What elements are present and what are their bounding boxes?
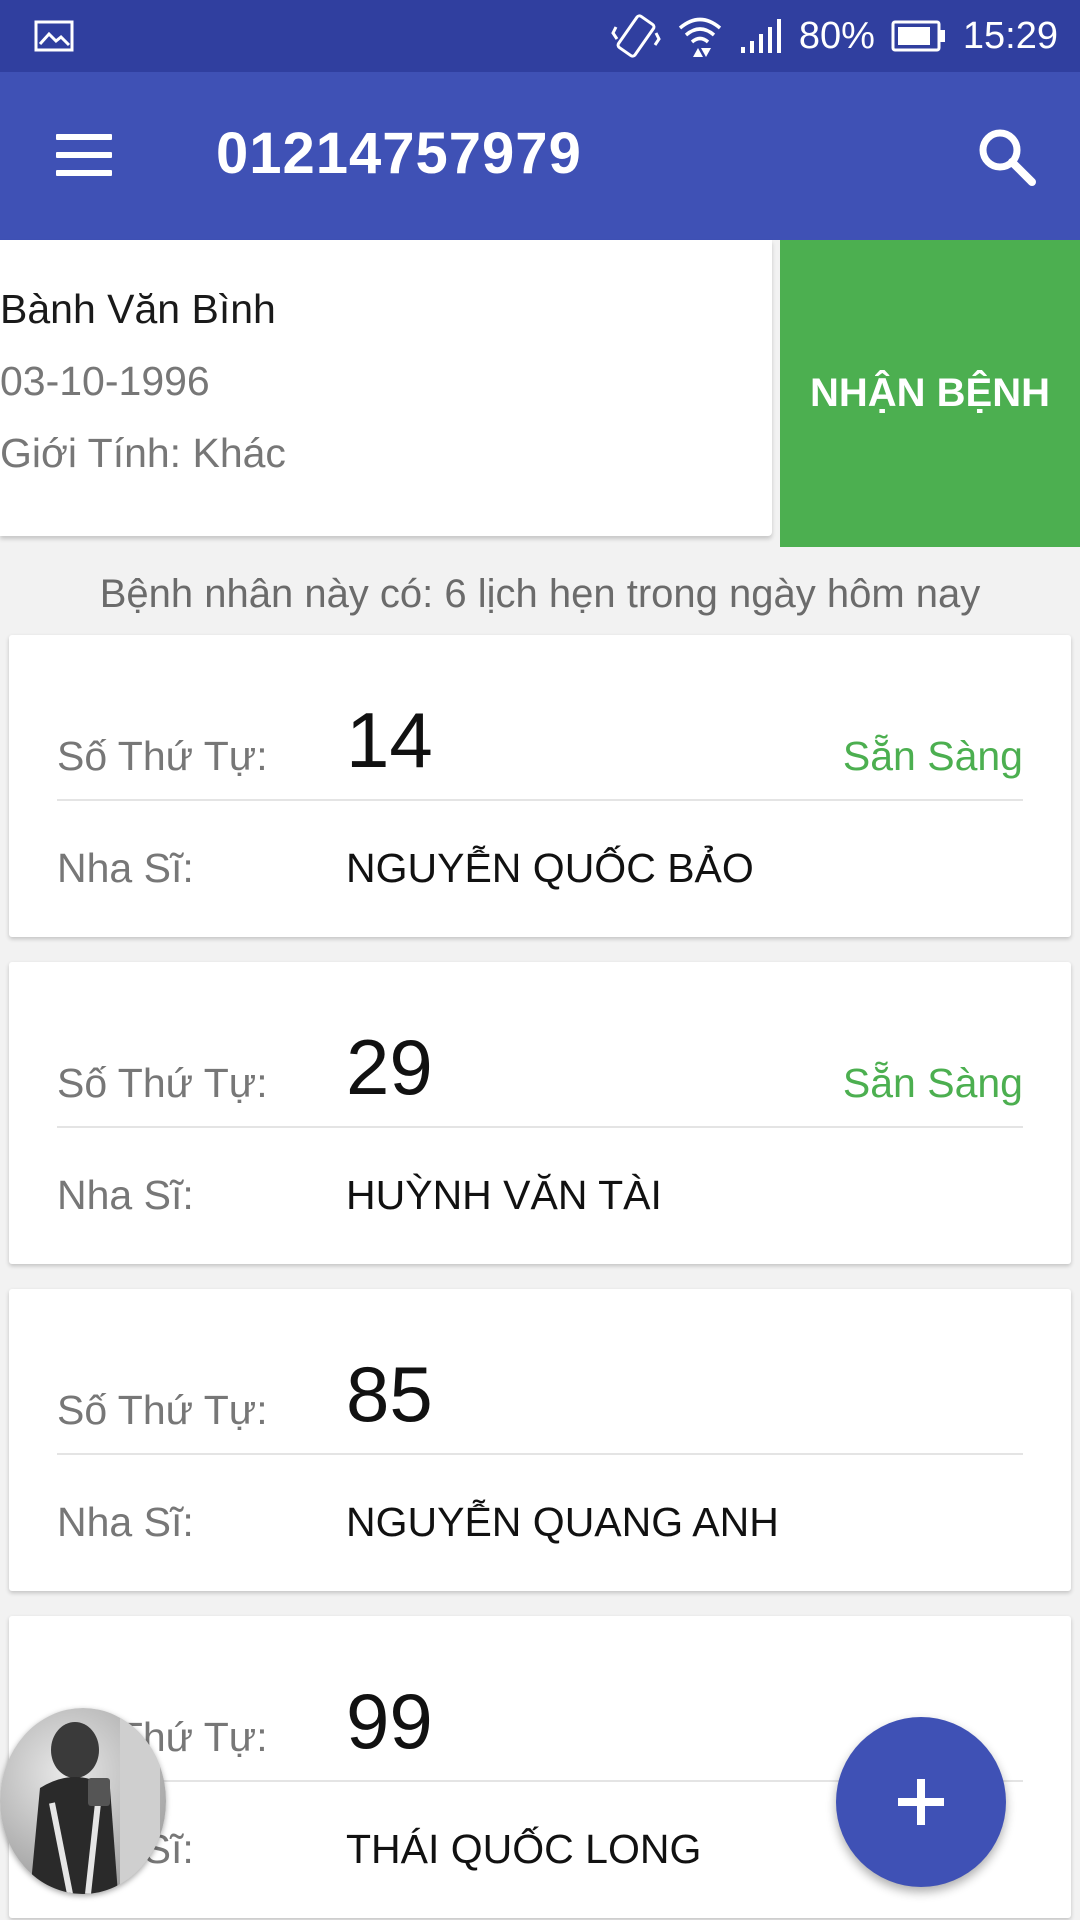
dentist-label: Nha Sĩ: — [57, 1172, 194, 1218]
order-label: Số Thứ Tự: — [57, 1060, 268, 1106]
vibrate-icon — [611, 13, 661, 59]
dentist-name: NGUYỄN QUANG ANH — [346, 1499, 779, 1545]
receive-patient-button[interactable]: NHẬN BỆNH — [780, 240, 1080, 547]
patient-dob: 03-10-1996 — [0, 358, 210, 404]
page-title: 01214757979 — [216, 121, 582, 186]
status-icons: 80% 15:29 — [611, 13, 1058, 59]
appointment-card[interactable]: Số Thứ Tự: 85 Nha Sĩ: NGUYỄN QUANG ANH — [9, 1289, 1071, 1591]
plus-icon — [898, 1779, 944, 1825]
battery-icon — [891, 19, 947, 53]
dentist-name: HUỲNH VĂN TÀI — [346, 1172, 662, 1218]
divider — [57, 1453, 1023, 1455]
patient-card: Bành Văn Bình 03-10-1996 Giới Tính: Khác — [0, 240, 772, 536]
menu-icon[interactable] — [56, 132, 112, 182]
order-number: 85 — [346, 1350, 433, 1438]
dentist-name: NGUYỄN QUỐC BẢO — [346, 845, 754, 891]
app-screen: 80% 15:29 01214757979 Bành Văn Bình 03-1… — [0, 0, 1080, 1920]
patient-name: Bành Văn Bình — [0, 286, 276, 332]
app-bar: 01214757979 — [0, 72, 1080, 240]
battery-percent: 80% — [798, 14, 875, 57]
order-number: 29 — [346, 1023, 433, 1111]
wifi-icon — [677, 13, 723, 59]
signal-icon — [739, 17, 783, 55]
divider — [57, 799, 1023, 801]
clock: 15:29 — [962, 14, 1058, 57]
appointments-summary: Bệnh nhân này có: 6 lịch hẹn trong ngày … — [99, 572, 981, 616]
gallery-icon — [34, 20, 74, 52]
order-label: Số Thứ Tự: — [57, 1387, 268, 1433]
dentist-name: THÁI QUỐC LONG — [346, 1826, 702, 1872]
order-number: 99 — [346, 1677, 433, 1765]
search-icon[interactable] — [976, 126, 1040, 190]
appointment-card[interactable]: Số Thứ Tự: 29 Sẵn Sàng Nha Sĩ: HUỲNH VĂN… — [9, 962, 1071, 1264]
appointment-card[interactable]: Số Thứ Tự: 14 Sẵn Sàng Nha Sĩ: NGUYỄN QU… — [9, 635, 1071, 937]
divider — [57, 1126, 1023, 1128]
patient-gender: Giới Tính: Khác — [0, 430, 286, 476]
dentist-label: Nha Sĩ: — [57, 845, 194, 891]
status-badge: Sẵn Sàng — [842, 1060, 1023, 1106]
status-badge: Sẵn Sàng — [842, 733, 1023, 779]
order-label: Số Thứ Tự: — [57, 733, 268, 779]
dentist-label: Nha Sĩ: — [57, 1499, 194, 1545]
order-number: 14 — [346, 696, 433, 784]
status-bar: 80% 15:29 — [0, 0, 1080, 72]
avatar[interactable] — [0, 1708, 166, 1894]
add-appointment-button[interactable] — [836, 1717, 1006, 1887]
